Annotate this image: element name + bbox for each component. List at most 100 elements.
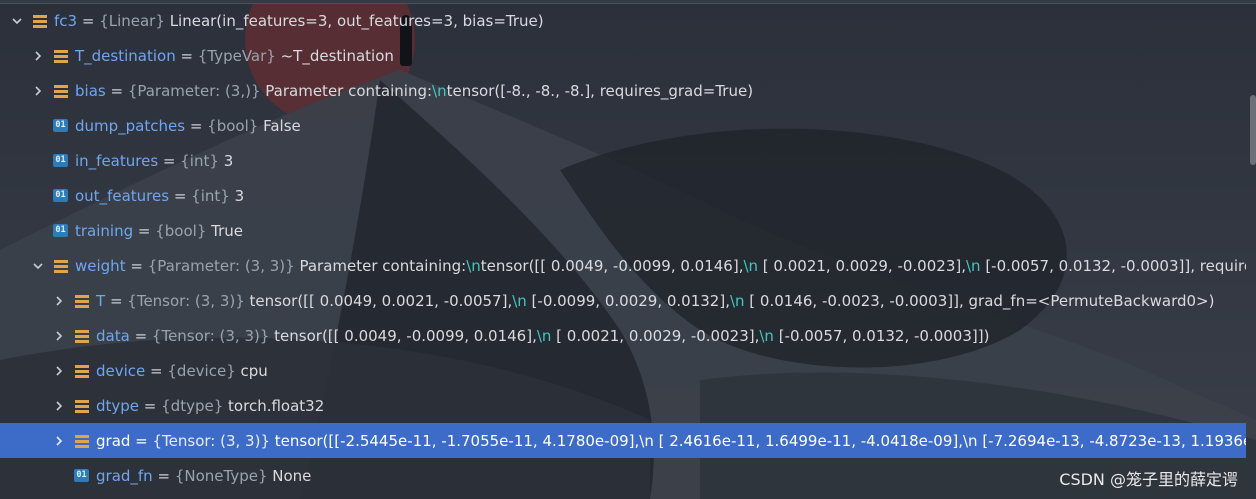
object-stack-icon xyxy=(33,14,47,28)
variable-name: out_features xyxy=(75,186,170,205)
variable-name: grad xyxy=(96,431,131,450)
variable-name: training xyxy=(75,221,134,240)
object-stack-icon xyxy=(75,364,89,378)
variable-name: bias xyxy=(75,81,106,100)
field-01-icon: 01 xyxy=(53,224,68,237)
variable-name: in_features xyxy=(75,151,159,170)
tree-row-text: dtype = {dtype} torch.float32 xyxy=(96,396,325,415)
escape-sequence: \n xyxy=(743,256,759,275)
chevron-right-icon[interactable] xyxy=(32,50,44,62)
tree-row-text: grad = {Tensor: (3, 3)} tensor([[-2.5445… xyxy=(96,432,1246,450)
variable-name: data xyxy=(96,326,130,345)
tree-row-training[interactable]: 01 training = {bool} True xyxy=(0,213,1246,248)
tree-row-bias[interactable]: bias = {Parameter: (3,)} Parameter conta… xyxy=(0,73,1246,108)
tree-row-text: data = {Tensor: (3, 3)} tensor([[ 0.0049… xyxy=(96,326,990,345)
tree-row-text: bias = {Parameter: (3,)} Parameter conta… xyxy=(75,81,754,100)
escape-sequence: \n xyxy=(962,431,978,450)
variable-type: {Tensor: (3, 3)} xyxy=(127,291,245,310)
chevron-down-icon[interactable] xyxy=(11,15,23,27)
tree-row-text: dump_patches = {bool} False xyxy=(75,116,301,135)
tree-row-text: in_features = {int} 3 xyxy=(75,151,234,170)
escape-sequence: \n xyxy=(432,81,447,100)
variable-value: None xyxy=(272,466,312,485)
escape-sequence: \n xyxy=(466,256,481,275)
variable-type: {int} xyxy=(180,151,219,170)
field-01-icon: 01 xyxy=(53,119,68,132)
object-stack-icon xyxy=(75,399,89,413)
tree-row-out-features[interactable]: 01 out_features = {int} 3 xyxy=(0,178,1246,213)
tree-row-fc3[interactable]: fc3 = {Linear} Linear(in_features=3, out… xyxy=(0,3,1246,38)
variable-name: device xyxy=(96,361,146,380)
variable-value: torch.float32 xyxy=(228,396,325,415)
variable-type: {Parameter: (3,)} xyxy=(127,81,261,100)
variable-type: {bool} xyxy=(207,116,259,135)
chevron-down-icon[interactable] xyxy=(32,260,44,272)
variable-value: Linear(in_features=3, out_features=3, bi… xyxy=(169,11,544,30)
tree-row-data[interactable]: data = {Tensor: (3, 3)} tensor([[ 0.0049… xyxy=(0,318,1246,353)
tree-row-t[interactable]: T = {Tensor: (3, 3)} tensor([[ 0.0049, 0… xyxy=(0,283,1246,318)
chevron-right-icon[interactable] xyxy=(53,330,65,342)
tree-row-text: grad_fn = {NoneType} None xyxy=(96,466,312,485)
csdn-watermark: CSDN @笼子里的薛定谔 xyxy=(1059,470,1238,489)
variable-value: False xyxy=(263,116,301,135)
chevron-right-icon[interactable] xyxy=(32,85,44,97)
variable-type: {Parameter: (3, 3)} xyxy=(147,256,295,275)
variable-value: Parameter containing:\ntensor([-8., -8.,… xyxy=(265,81,754,100)
variable-value: Parameter containing:\ntensor([[ 0.0049,… xyxy=(299,256,1246,275)
escape-sequence: \n xyxy=(639,431,654,450)
tree-row-text: out_features = {int} 3 xyxy=(75,186,245,205)
field-01-icon: 01 xyxy=(53,154,68,167)
chevron-right-icon[interactable] xyxy=(53,365,65,377)
tree-row-text: T_destination = {TypeVar} ~T_destination xyxy=(75,46,394,65)
variable-type: {int} xyxy=(191,186,230,205)
variable-type: {NoneType} xyxy=(174,466,268,485)
variable-type: {Tensor: (3, 3)} xyxy=(151,326,270,345)
escape-sequence: \n xyxy=(536,326,552,345)
tree-row-dump-patches[interactable]: 01 dump_patches = {bool} False xyxy=(0,108,1246,143)
chevron-right-icon[interactable] xyxy=(53,400,65,412)
escape-sequence: \n xyxy=(759,326,774,345)
object-stack-icon xyxy=(54,259,68,273)
tree-row-grad[interactable]: grad = {Tensor: (3, 3)} tensor([[-2.5445… xyxy=(0,423,1246,458)
variable-name: dtype xyxy=(96,396,140,415)
tree-row-text: device = {device} cpu xyxy=(96,361,268,380)
variable-value: tensor([[ 0.0049, -0.0099, 0.0146],\n [ … xyxy=(274,326,990,345)
escape-sequence: \n xyxy=(512,291,527,310)
variable-value: True xyxy=(211,221,244,240)
tree-row-text: T = {Tensor: (3, 3)} tensor([[ 0.0049, 0… xyxy=(96,291,1215,310)
object-stack-icon xyxy=(75,329,89,343)
escape-sequence: \n xyxy=(965,256,981,275)
variable-type: {Linear} xyxy=(99,11,165,30)
variable-type: {bool} xyxy=(155,221,207,240)
variable-name: fc3 xyxy=(54,11,78,30)
tree-row-text: weight = {Parameter: (3, 3)} Parameter c… xyxy=(75,257,1246,275)
variable-value: tensor([[-2.5445e-11, -1.7055e-11, 4.178… xyxy=(274,431,1246,450)
variable-type: {dtype} xyxy=(161,396,224,415)
object-stack-icon xyxy=(75,294,89,308)
tree-row-dtype[interactable]: dtype = {dtype} torch.float32 xyxy=(0,388,1246,423)
variable-value: tensor([[ 0.0049, 0.0021, -0.0057],\n [-… xyxy=(249,291,1215,310)
chevron-right-icon[interactable] xyxy=(53,295,65,307)
chevron-right-icon[interactable] xyxy=(53,435,65,447)
field-01-icon: 01 xyxy=(53,189,68,202)
tree-row-weight[interactable]: weight = {Parameter: (3, 3)} Parameter c… xyxy=(0,248,1246,283)
escape-sequence: \n xyxy=(729,291,745,310)
field-01-icon: 01 xyxy=(74,469,89,482)
variable-name: T xyxy=(96,291,106,310)
variable-name: weight xyxy=(75,256,126,275)
variable-name: grad_fn xyxy=(96,466,153,485)
tree-row-t-destination[interactable]: T_destination = {TypeVar} ~T_destination xyxy=(0,38,1246,73)
tree-row-in-features[interactable]: 01 in_features = {int} 3 xyxy=(0,143,1246,178)
tree-row-text: fc3 = {Linear} Linear(in_features=3, out… xyxy=(54,11,544,30)
object-stack-icon xyxy=(54,84,68,98)
object-stack-icon xyxy=(54,49,68,63)
variable-name: T_destination xyxy=(75,46,176,65)
variable-value: ~T_destination xyxy=(280,46,394,65)
variable-value: cpu xyxy=(240,361,268,380)
vertical-scrollbar-thumb[interactable] xyxy=(1250,95,1256,165)
variable-type: {Tensor: (3, 3)} xyxy=(152,431,270,450)
variable-type: {TypeVar} xyxy=(197,46,276,65)
tree-row-device[interactable]: device = {device} cpu xyxy=(0,353,1246,388)
variable-type: {device} xyxy=(167,361,236,380)
object-stack-icon xyxy=(75,434,89,448)
